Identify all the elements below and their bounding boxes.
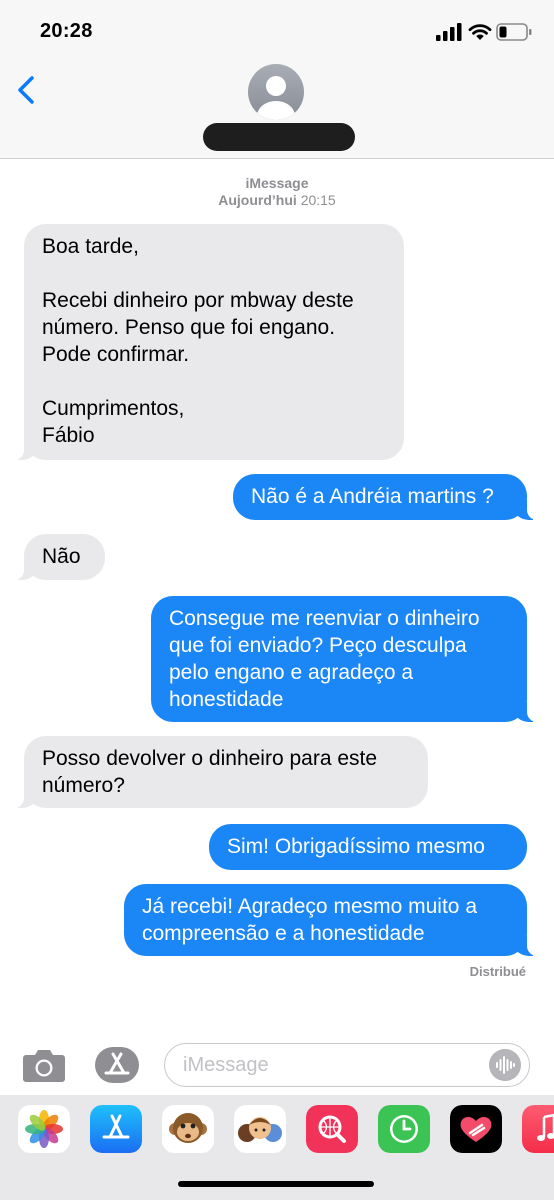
date-label: Aujourd’hui	[218, 192, 297, 208]
clock-app-icon[interactable]	[378, 1105, 430, 1153]
incoming-message-bubble[interactable]: Boa tarde, Recebi dinheiro por mbway des…	[10, 224, 404, 460]
message-text: Já recebi! Agradeço mesmo muito a compre…	[142, 895, 477, 945]
message-text: Não é a Andréia martins ?	[251, 485, 494, 508]
message-text: Posso devolver o dinheiro para este núme…	[42, 747, 378, 797]
message-input[interactable]: iMessage	[164, 1043, 530, 1087]
outgoing-message-bubble[interactable]: Sim! Obrigadíssimo mesmo	[209, 824, 527, 870]
message-text: Consegue me reenviar o dinheiro que foi …	[169, 607, 480, 711]
memoji-stickers-app-icon[interactable]	[234, 1105, 286, 1153]
status-bar: 20:28	[0, 0, 554, 60]
home-indicator[interactable]	[178, 1181, 374, 1187]
photos-app-icon[interactable]	[18, 1105, 70, 1153]
conversation-header	[0, 60, 554, 159]
outgoing-message-bubble[interactable]: Não é a Andréia martins ?	[233, 474, 541, 520]
app-store-drawer-icon[interactable]	[94, 1046, 140, 1084]
audio-waveform-icon[interactable]	[489, 1049, 521, 1081]
service-label: iMessage	[245, 175, 309, 191]
cellular-signal-icon	[436, 23, 462, 41]
camera-icon[interactable]	[22, 1047, 66, 1083]
contact-avatar[interactable]	[248, 64, 304, 120]
message-text: Boa tarde, Recebi dinheiro por mbway des…	[42, 235, 354, 447]
incoming-message-bubble[interactable]: Não	[10, 534, 105, 580]
image-search-app-icon[interactable]	[306, 1105, 358, 1153]
battery-icon	[496, 23, 532, 41]
music-app-icon[interactable]	[522, 1105, 554, 1153]
message-text: Sim! Obrigadíssimo mesmo	[227, 835, 485, 858]
contact-name-redacted[interactable]	[203, 123, 355, 151]
animoji-app-icon[interactable]	[162, 1105, 214, 1153]
back-chevron-icon[interactable]	[12, 68, 42, 108]
wifi-icon	[468, 24, 492, 40]
incoming-message-bubble[interactable]: Posso devolver o dinheiro para este núme…	[10, 736, 428, 808]
time-label: 20:15	[300, 192, 336, 208]
fitness-heart-app-icon[interactable]	[450, 1105, 502, 1153]
status-time: 20:28	[40, 20, 93, 42]
delivery-status: Distribué	[469, 964, 526, 979]
timestamp: Aujourd’hui 20:15	[0, 192, 554, 208]
outgoing-message-bubble[interactable]: Consegue me reenviar o dinheiro que foi …	[151, 596, 541, 722]
message-text: Não	[42, 545, 81, 568]
app-store-app-icon[interactable]	[90, 1105, 142, 1153]
message-input-placeholder: iMessage	[183, 1054, 269, 1076]
outgoing-message-bubble[interactable]: Já recebi! Agradeço mesmo muito a compre…	[124, 884, 541, 956]
